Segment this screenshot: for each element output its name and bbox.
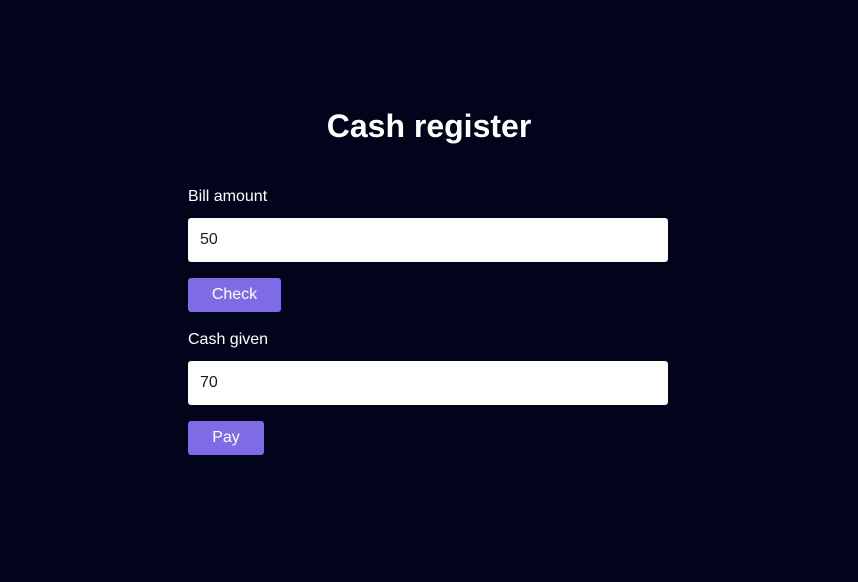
cash-register-page: Cash register Bill amount Check Cash giv… xyxy=(0,0,858,582)
cash-given-input[interactable] xyxy=(188,361,668,405)
cash-given-label: Cash given xyxy=(188,331,269,348)
check-button[interactable]: Check xyxy=(188,278,281,312)
bill-amount-input[interactable] xyxy=(188,218,668,262)
page-title: Cash register xyxy=(326,108,532,144)
pay-button[interactable]: Pay xyxy=(188,421,264,455)
bill-amount-label: Bill amount xyxy=(188,188,268,205)
